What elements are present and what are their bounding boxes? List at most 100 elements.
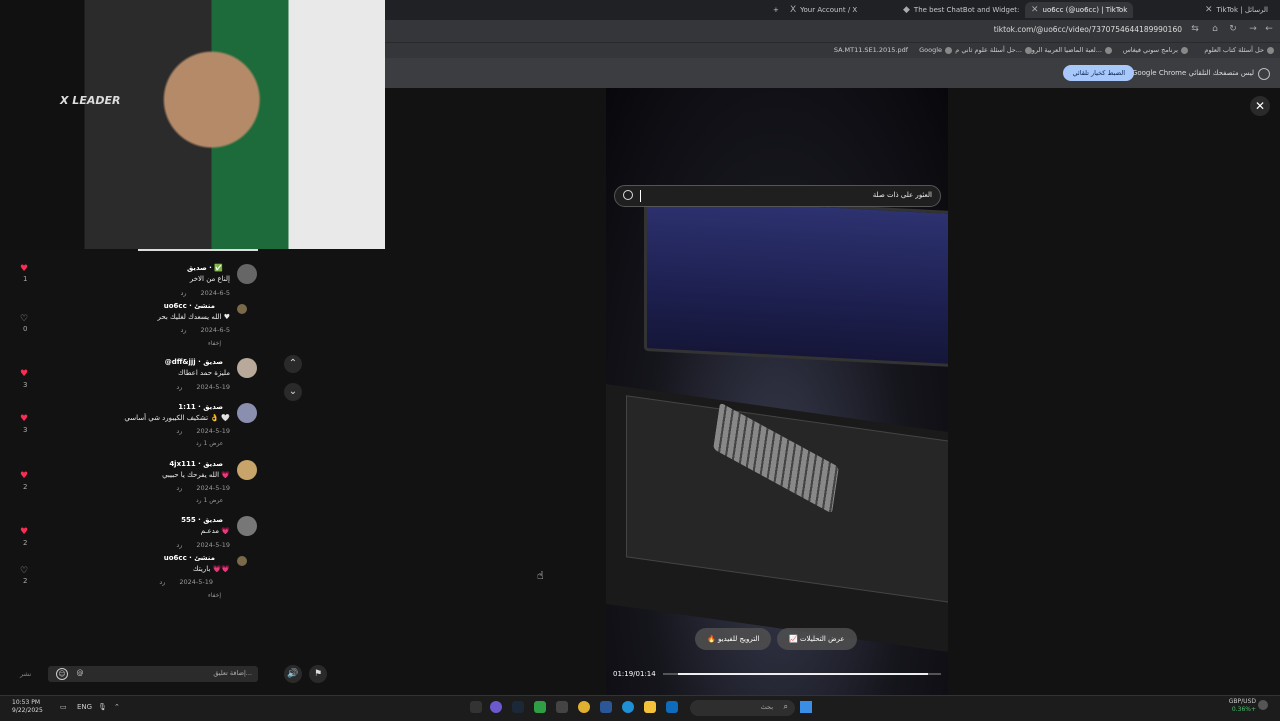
bookmark-item[interactable]: SA.MT11.SE1.2015.pdf [834,46,908,54]
bookmarks-bar: حل أسئلة كتاب العلوم برنامج سوني فيغاس ل… [385,42,1280,59]
tab-label: Your Account / X [800,6,858,14]
steam-icon[interactable] [512,701,524,713]
video-player[interactable]: 📈 عرض التحليلات 🔥 الترويج للفيديو [606,88,948,695]
view-replies-link[interactable]: عرض 1 رد [196,497,223,504]
avatar[interactable] [237,556,247,566]
analytics-button[interactable]: 📈 عرض التحليلات [777,628,857,650]
tab-label: The best ChatBot and Widget: [913,6,1020,14]
tab-label: TikTok | الرسائل [1216,6,1268,14]
forward-icon[interactable]: → [1246,24,1260,34]
reload-icon[interactable]: ↻ [1226,24,1240,34]
avatar[interactable] [237,460,257,480]
video-search-input[interactable]: العثور على ذات صلة [614,185,941,207]
tab-x-account[interactable]: X Your Account / X [790,2,857,18]
like-heart-icon[interactable]: ♡ [20,314,28,324]
report-flag-icon[interactable]: ⚑ [309,665,327,683]
like-heart-icon[interactable]: ♥ [20,264,28,274]
avatar[interactable] [237,516,257,536]
tab-chatbot[interactable]: ◆ The best ChatBot and Widget: [903,2,1019,18]
video-progress-bar[interactable] [663,673,941,675]
bookmark-item[interactable]: برنامج سوني فيغاس [1123,46,1188,54]
close-tab-icon[interactable]: ◆ [903,5,910,15]
reply-link[interactable]: رد [176,427,182,435]
reply-link[interactable]: رد [176,484,182,492]
like-heart-icon[interactable]: ♥ [20,414,28,424]
reply-link[interactable]: رد [176,383,182,391]
infobar-message: Google Chrome ليس متصفحك التلقائي [1131,69,1254,77]
avatar[interactable] [237,304,247,314]
bookmark-item[interactable]: لعبة الماضيا العربية الرو... [1032,46,1112,54]
notification-icon[interactable]: ▭ [60,703,67,711]
google-icon [945,46,952,54]
site-settings-icon[interactable]: ⇆ [1188,24,1202,34]
post-button[interactable]: نشر [20,670,31,678]
language-indicator[interactable]: ENG [77,703,92,711]
search-icon: ⌕ [783,702,788,711]
close-tab-icon[interactable]: ✕ [1205,5,1213,15]
browser-tab-bar: ✕ TikTok | الرسائل ✕ uo6cc (@uo6cc) | Ti… [385,0,1280,20]
volume-icon[interactable]: 🔊 [284,665,302,683]
close-tab-icon[interactable]: ✕ [1031,5,1039,15]
emoji-icon[interactable]: ☺ [56,668,68,680]
chrome-icon [1258,68,1270,80]
bookmark-favicon-icon [1105,46,1112,54]
bookmark-item[interactable]: حل أسئلة كتاب العلوم [1204,46,1274,54]
tab-label: uo6cc (@uo6cc) | TikTok [1042,6,1128,14]
back-icon[interactable]: ← [1262,24,1276,34]
like-heart-icon[interactable]: ♥ [20,369,28,379]
comment-input[interactable]: إضافة تعليق... ☺ @ [48,666,258,682]
taskbar-search[interactable]: بحث ⌕ [690,700,795,716]
system-clock[interactable]: 10:53 PM 9/22/2025 [12,699,43,715]
app-icon[interactable] [470,701,482,713]
bookmark-item[interactable]: Google [919,46,952,54]
windows-taskbar: 10:53 PM 9/22/2025 ▭ ENG 🎙 ⌃ بحث ⌕ GBP/U… [0,695,1280,721]
app-icon[interactable] [666,701,678,713]
file-explorer-icon[interactable] [644,701,656,713]
windows-start-icon[interactable] [800,701,812,713]
bookmark-favicon-icon [1181,46,1188,54]
hide-replies-link[interactable]: إخفاء [208,340,221,347]
reply-link[interactable]: رد [176,541,182,549]
tab-tiktok-messages[interactable]: ✕ TikTok | الرسائل [1205,2,1268,18]
chair-brand-logo: X LEADER [60,94,121,107]
reply-link[interactable]: رد [180,289,186,297]
view-replies-link[interactable]: عرض 1 رد [196,440,223,447]
avatar[interactable] [237,264,257,284]
reply-link[interactable]: رد [159,578,165,586]
divider [138,249,258,251]
text-caret [640,190,641,202]
store-icon[interactable] [600,701,612,713]
avatar[interactable] [237,358,257,378]
home-icon[interactable]: ⌂ [1208,24,1222,34]
chevron-up-icon[interactable]: ⌃ [114,703,120,711]
search-icon[interactable] [623,190,633,200]
edge-icon[interactable] [622,701,634,713]
chrome-icon[interactable] [578,701,590,713]
set-default-button[interactable]: الضبط كخيار تلقائي [1063,65,1134,81]
reply-link[interactable]: رد [180,326,186,334]
new-tab-button[interactable]: + [773,2,779,18]
tab-tiktok-uo6cc[interactable]: ✕ uo6cc (@uo6cc) | TikTok [1025,2,1134,18]
like-heart-icon[interactable]: ♥ [20,527,28,537]
default-browser-infobar: Google Chrome ليس متصفحك التلقائي الضبط … [385,58,1280,88]
bookmark-item[interactable]: حل أسئلة علوم ثاني م... [955,46,1032,54]
like-heart-icon[interactable]: ♥ [20,471,28,481]
bookmark-favicon-icon [1025,46,1032,54]
microphone-icon[interactable]: 🎙 [98,703,107,711]
address-bar-row: ← → ↻ ⌂ ⇆ tiktok.com/@uo6cc/video/737075… [385,20,1280,42]
previous-video-button[interactable]: ⌃ [284,355,302,373]
hide-replies-link[interactable]: إخفاء [208,592,221,599]
like-heart-icon[interactable]: ♡ [20,566,28,576]
flame-icon: 🔥 [707,635,718,643]
currency-widget[interactable]: GBP/USD 0.36%+ [1229,698,1256,714]
app-icon[interactable] [534,701,546,713]
close-video-button[interactable]: ✕ [1250,96,1270,116]
next-video-button[interactable]: ⌄ [284,383,302,401]
promote-video-button[interactable]: 🔥 الترويج للفيديو [695,628,772,650]
discord-icon[interactable] [490,701,502,713]
mention-icon[interactable]: @ [75,668,85,678]
avatar[interactable] [237,403,257,423]
terminal-icon[interactable] [556,701,568,713]
url-field[interactable]: tiktok.com/@uo6cc/video/7370754644189990… [994,25,1182,34]
widget-icon [1258,700,1268,710]
